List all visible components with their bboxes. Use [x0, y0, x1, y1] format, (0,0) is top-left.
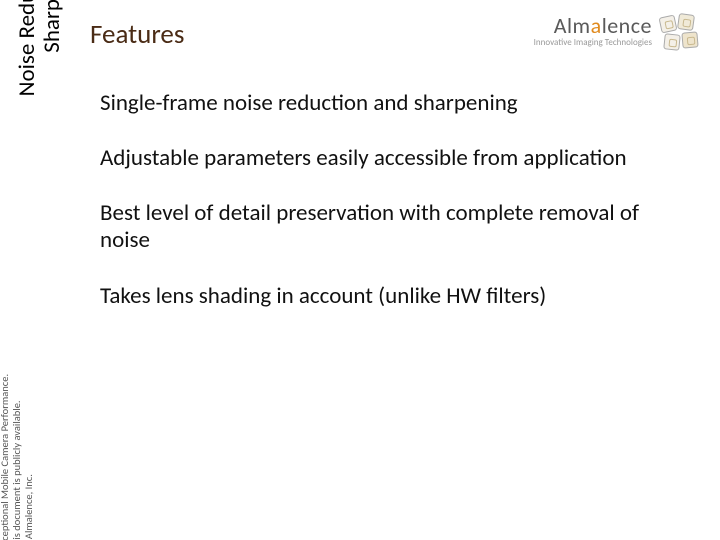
footer-line: © Almalence, Inc.	[23, 374, 35, 540]
logo-mark-icon	[660, 14, 702, 56]
feature-bullet: Takes lens shading in account (unlike HW…	[100, 283, 690, 310]
slide-heading: Features	[90, 18, 184, 51]
section-title-line1: Noise Reduction and	[13, 0, 41, 96]
feature-bullet: Single-frame noise reduction and sharpen…	[100, 90, 690, 117]
feature-bullet: Adjustable parameters easily accessible …	[100, 145, 690, 172]
section-title: Noise Reduction and Sharpening	[15, 0, 66, 130]
section-title-line2: Sharpening	[40, 0, 65, 130]
company-logo: Almalence Innovative Imaging Technologie…	[534, 12, 700, 48]
body-content: Single-frame noise reduction and sharpen…	[100, 90, 690, 338]
footer-block: Mobile Imaging Solutions for Exceptional…	[0, 374, 35, 540]
logo-wordmark: Almalence	[534, 12, 652, 39]
logo-tagline: Innovative Imaging Technologies	[534, 37, 652, 48]
feature-bullet: Best level of detail preservation with c…	[100, 200, 690, 254]
